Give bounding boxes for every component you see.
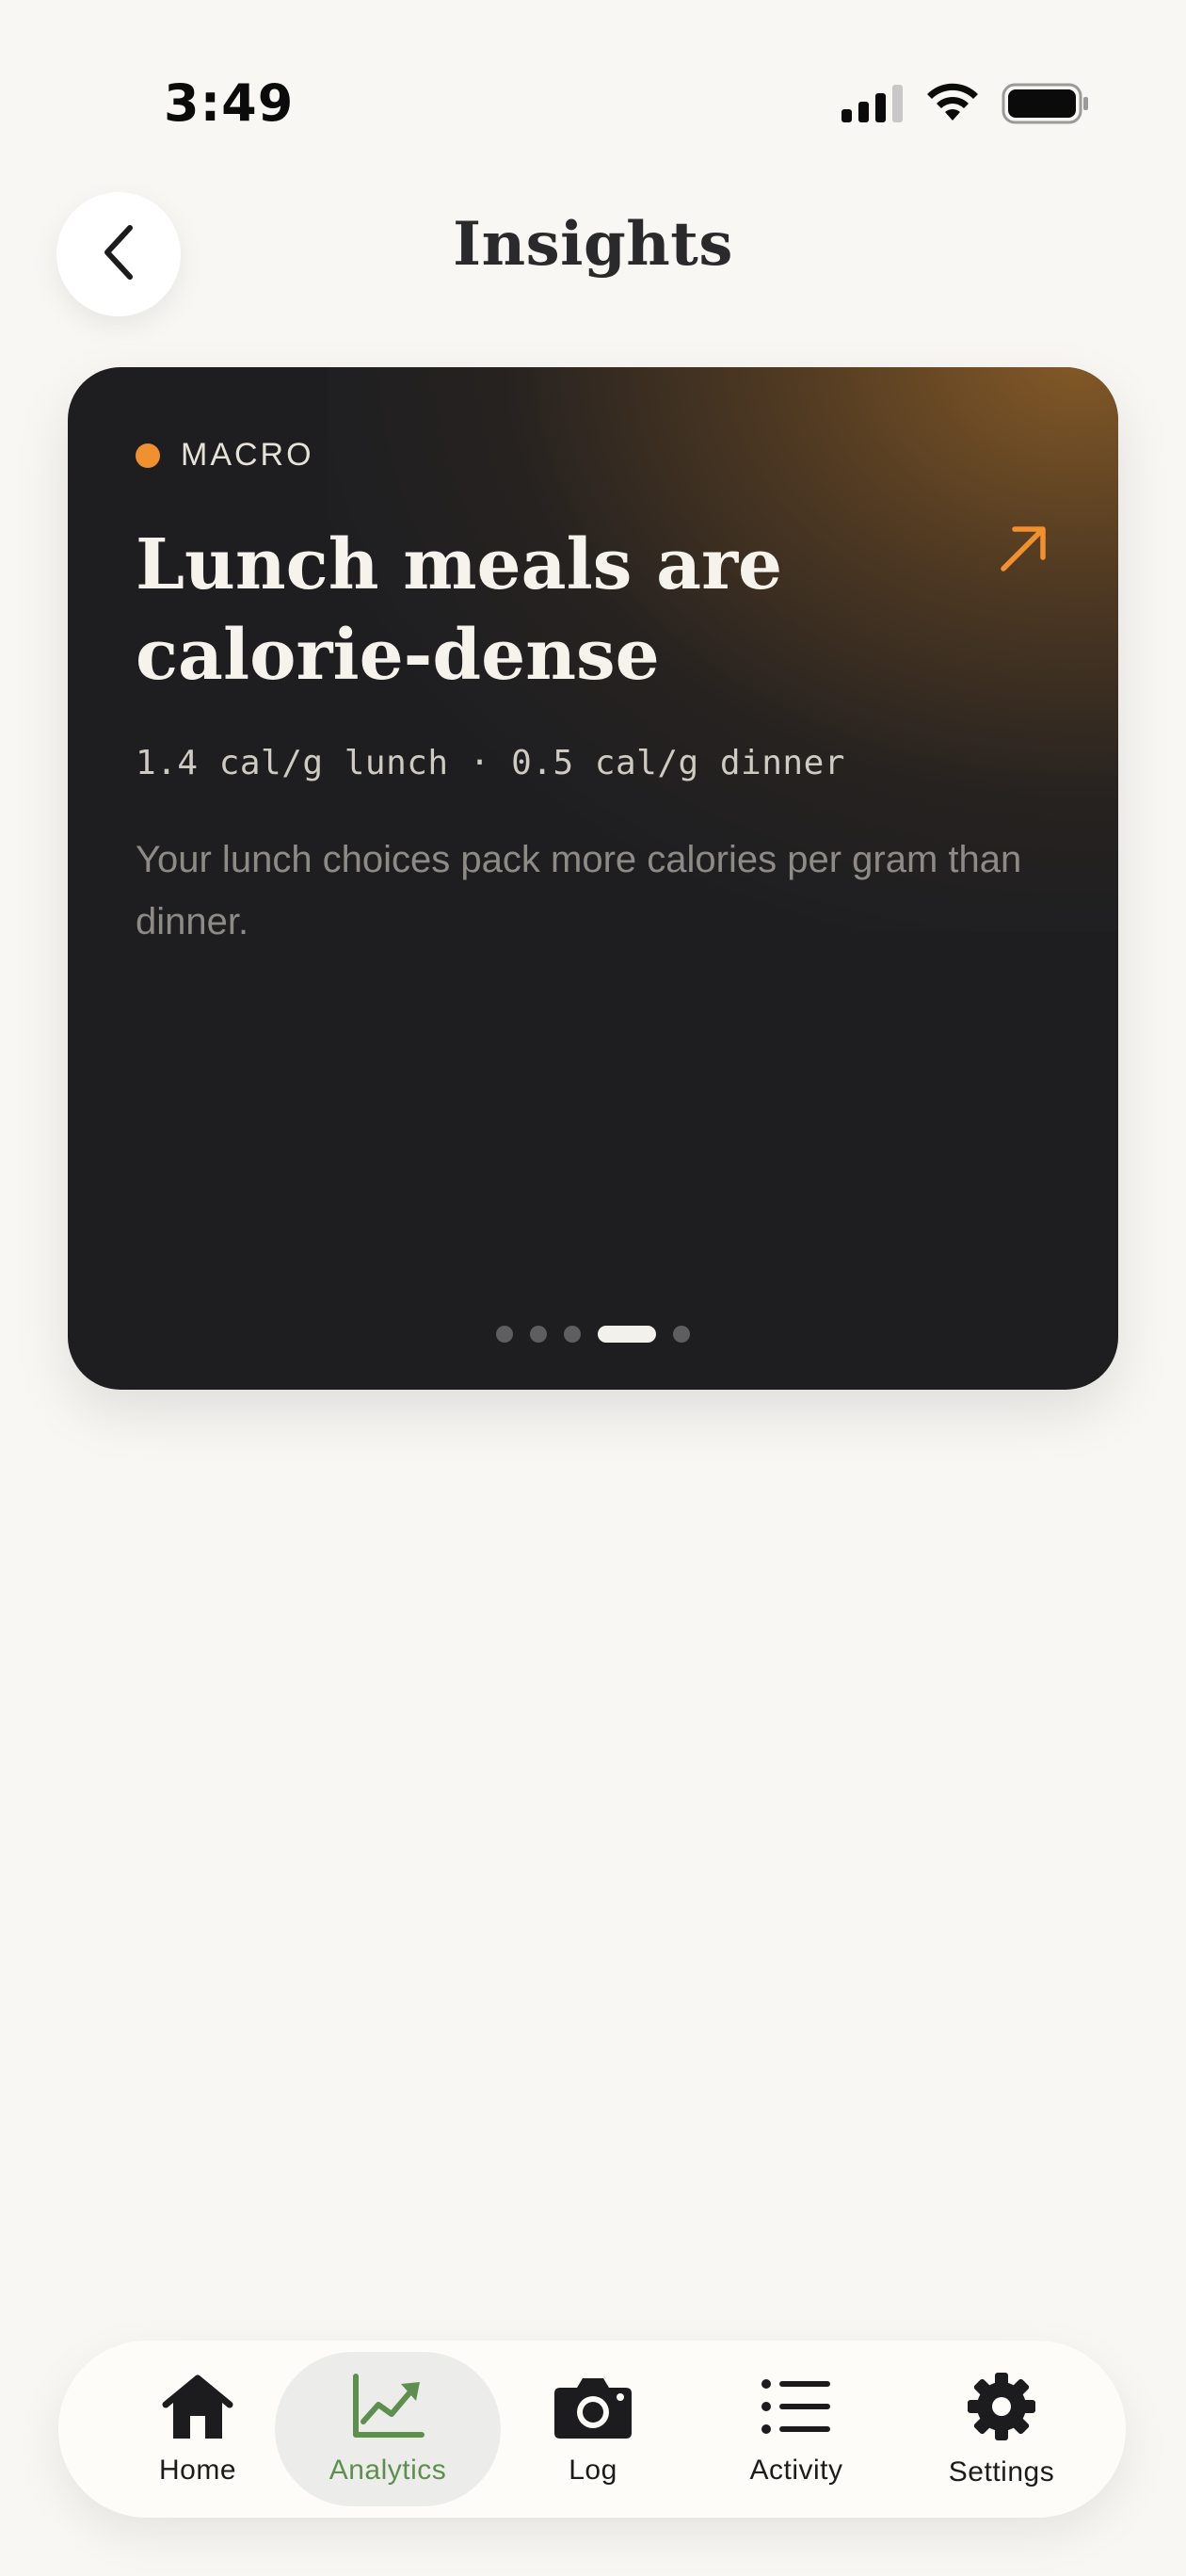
insight-description: Your lunch choices pack more calories pe… — [136, 839, 1022, 942]
tab-label: Activity — [749, 2454, 843, 2486]
status-time: 3:49 — [164, 73, 295, 133]
tab-analytics[interactable]: Analytics — [275, 2352, 501, 2506]
category-dot — [136, 443, 160, 468]
home-icon — [160, 2373, 235, 2445]
insight-category-tag: MACRO — [136, 437, 314, 474]
list-icon — [759, 2373, 834, 2445]
arrow-up-right-icon — [998, 522, 1050, 579]
tab-label: Analytics — [329, 2454, 447, 2486]
camera-icon — [553, 2373, 633, 2445]
battery-icon — [1002, 83, 1090, 129]
tab-label: Home — [158, 2454, 237, 2486]
pager-dot[interactable] — [673, 1326, 690, 1343]
pager-dot[interactable] — [496, 1326, 513, 1343]
card-pager[interactable] — [68, 1326, 1118, 1343]
category-label: MACRO — [181, 437, 314, 473]
pager-dot[interactable] — [530, 1326, 547, 1343]
insight-card[interactable]: MACRO Lunch meals are calorie-dense 1.4 … — [68, 367, 1118, 1390]
gear-icon — [966, 2371, 1037, 2447]
insights-screen: 3:49 Insights MACRO Lunch meals are calo… — [0, 0, 1186, 2576]
page-title: Insights — [453, 209, 733, 280]
tab-activity[interactable]: Activity — [683, 2352, 909, 2506]
wifi-icon — [924, 83, 981, 129]
insight-title: Lunch meals are calorie-dense — [136, 524, 783, 696]
status-icons — [841, 83, 1090, 129]
tab-label: Log — [569, 2454, 617, 2486]
tab-bar: Home Analytics Log Activity Settings — [58, 2341, 1126, 2518]
tab-settings[interactable]: Settings — [889, 2352, 1114, 2506]
chart-trend-icon — [350, 2373, 425, 2445]
tab-label: Settings — [948, 2455, 1055, 2487]
cellular-signal-icon — [841, 85, 904, 127]
tab-log[interactable]: Log — [480, 2352, 706, 2506]
pager-dot-active[interactable] — [598, 1326, 656, 1343]
pager-dot[interactable] — [564, 1326, 581, 1343]
insight-metric: 1.4 cal/g lunch · 0.5 cal/g dinner — [136, 744, 845, 782]
